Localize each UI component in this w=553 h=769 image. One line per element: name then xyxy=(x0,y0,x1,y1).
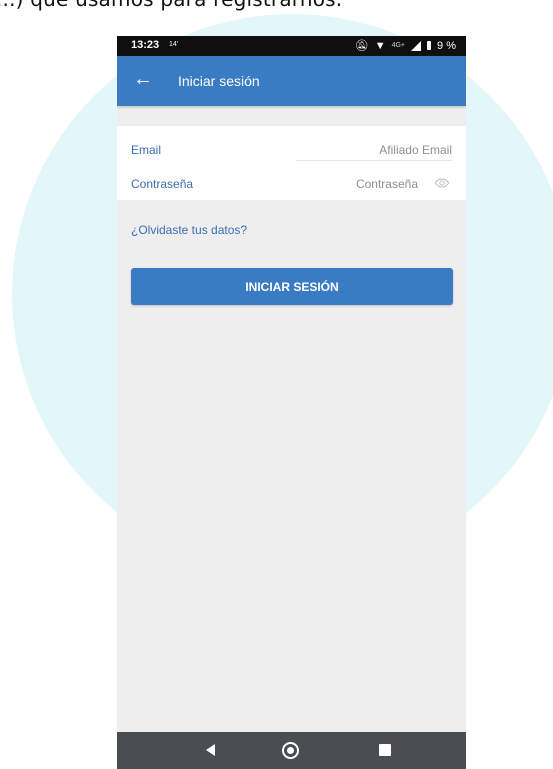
wifi-icon: ▼ xyxy=(374,39,386,52)
signal-icon xyxy=(411,40,422,51)
login-form: Email Afiliado Email Contraseña Contrase… xyxy=(117,126,466,200)
android-nav-bar xyxy=(117,732,466,769)
mute-icon: 🔕︎ xyxy=(354,40,369,52)
battery-icon xyxy=(427,41,432,50)
login-button[interactable]: INICIAR SESIÓN xyxy=(131,268,453,305)
status-indicator: 14' xyxy=(169,41,179,48)
back-arrow-icon[interactable]: ← xyxy=(133,69,153,89)
nav-home-icon[interactable] xyxy=(282,742,299,759)
email-underline xyxy=(296,160,452,161)
app-bar: ← Iniciar sesión xyxy=(117,56,466,106)
password-label: Contraseña xyxy=(131,177,194,191)
nav-recent-icon[interactable] xyxy=(379,744,391,756)
eye-icon[interactable] xyxy=(434,175,450,191)
forgot-password-link[interactable]: ¿Olvidaste tus datos? xyxy=(131,223,247,237)
page-title: Iniciar sesión xyxy=(178,73,260,89)
status-bar: 13:23 14' 🔕︎ ▼ 4G+ 9 % xyxy=(117,36,466,56)
phone-screen: 13:23 14' 🔕︎ ▼ 4G+ 9 % ← Iniciar sesión … xyxy=(117,36,466,769)
status-icons: 🔕︎ ▼ 4G+ 9 % xyxy=(354,39,456,53)
email-field-row: Email Afiliado Email xyxy=(131,131,452,161)
network-label: 4G+ xyxy=(391,42,406,49)
battery-text: 9 % xyxy=(437,39,456,52)
nav-back-icon[interactable] xyxy=(206,744,215,756)
status-time: 13:23 xyxy=(131,39,160,51)
caption-text: ...) que usamos para registrarnos. xyxy=(0,0,342,11)
email-label: Email xyxy=(131,143,162,157)
email-input[interactable]: Afiliado Email xyxy=(379,143,452,157)
password-input[interactable]: Contraseña xyxy=(356,177,418,191)
password-field-row: Contraseña Contraseña xyxy=(131,165,452,195)
